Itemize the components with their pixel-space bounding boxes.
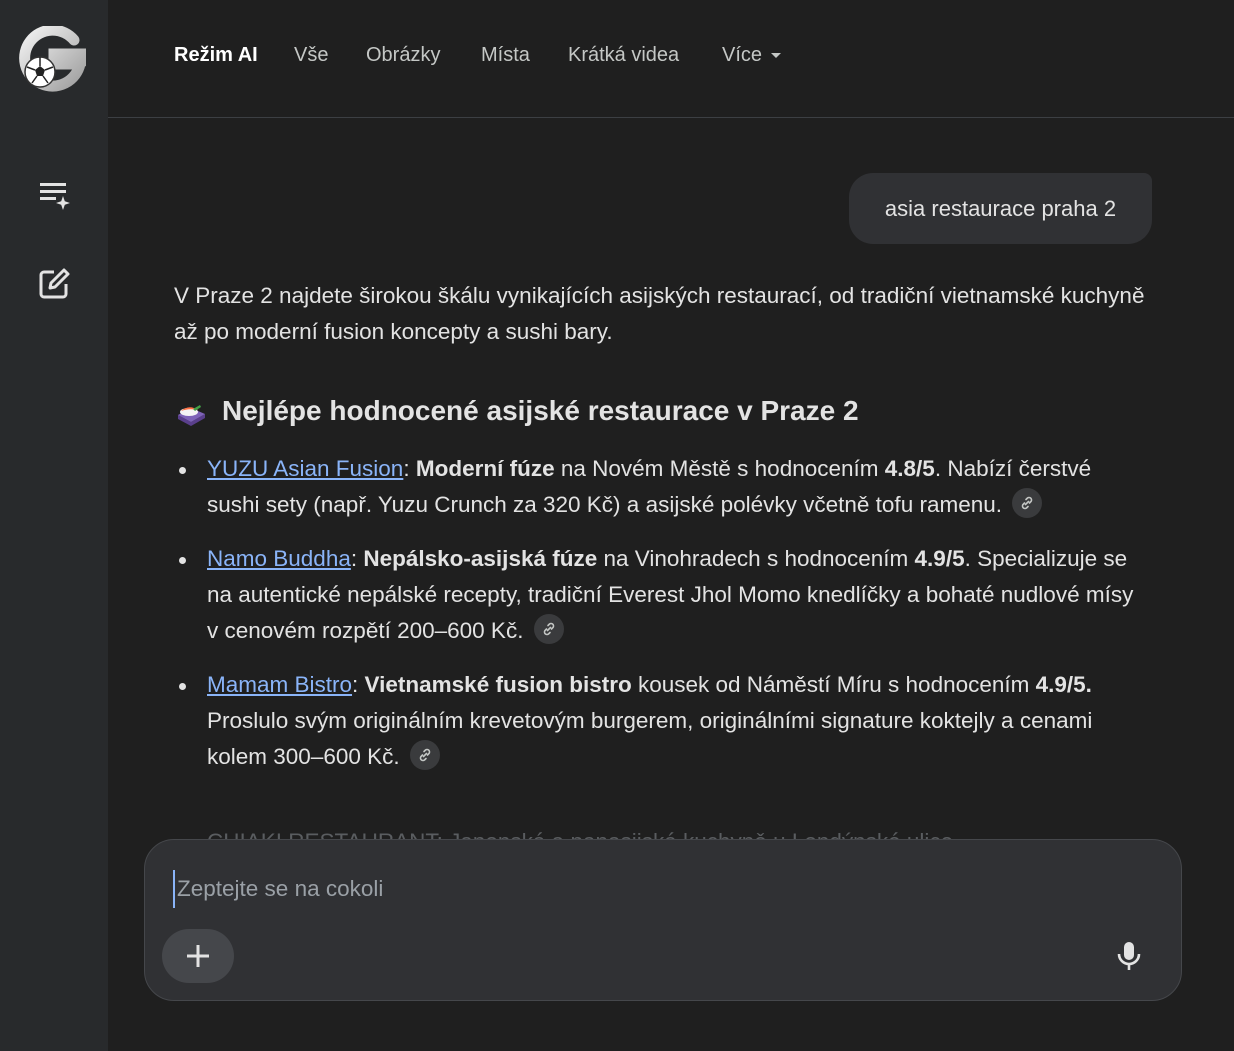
restaurant-link[interactable]: Mamam Bistro — [207, 672, 352, 697]
item-text: na Novém Městě s hodnocením — [554, 456, 885, 481]
item-text: kousek od Náměstí Míru s hodnocením — [631, 672, 1036, 697]
item-text: Proslulo svým originálním krevetovým bur… — [207, 708, 1093, 769]
source-link-icon[interactable] — [409, 740, 440, 771]
item-text: na Vinohradech s hodnocením — [597, 546, 915, 571]
logo-icon[interactable] — [18, 24, 88, 94]
top-nav: Režim AI Vše Obrázky Místa Krátká videa … — [108, 0, 1234, 118]
restaurant-list: YUZU Asian Fusion: Moderní fúze na Novém… — [174, 451, 1149, 775]
answer-intro: V Praze 2 najdete širokou škálu vynikají… — [174, 283, 1145, 344]
separator: : — [350, 546, 364, 571]
tab-short-videos[interactable]: Krátká videa — [568, 44, 679, 67]
list-item: Mamam Bistro: Vietnamské fusion bistro k… — [174, 667, 1149, 775]
tab-more[interactable]: Více — [722, 44, 782, 67]
history-sparkle-icon[interactable] — [32, 172, 76, 216]
answer-heading: Nejlépe hodnocené asijské restaurace v P… — [174, 393, 1149, 429]
caret-down-icon — [771, 52, 782, 58]
mic-button[interactable] — [1109, 936, 1149, 976]
sidebar — [0, 0, 108, 1051]
composer — [144, 839, 1182, 1001]
tab-more-label: Více — [722, 44, 763, 66]
source-link-icon[interactable] — [533, 614, 564, 645]
tab-all[interactable]: Vše — [294, 44, 328, 67]
user-query-text: asia restaurace praha 2 — [884, 195, 1117, 221]
sushi-emoji-icon — [178, 405, 205, 426]
microphone-icon — [1117, 942, 1141, 970]
ai-answer: V Praze 2 najdete širokou škálu vynikají… — [174, 278, 1149, 793]
plus-icon — [187, 945, 209, 967]
restaurant-link[interactable]: YUZU Asian Fusion — [207, 456, 403, 481]
user-query-bubble: asia restaurace praha 2 — [849, 173, 1152, 244]
tab-images[interactable]: Obrázky — [366, 44, 440, 67]
restaurant-link[interactable]: Namo Buddha — [207, 546, 351, 571]
source-link-icon[interactable] — [1012, 488, 1043, 519]
rating: 4.8/5 — [884, 456, 935, 481]
answer-heading-text: Nejlépe hodnocené asijské restaurace v P… — [222, 395, 859, 426]
rating: 4.9/5. — [1035, 672, 1092, 697]
ask-input[interactable] — [173, 870, 1079, 908]
cuisine-type: Moderní fúze — [415, 456, 555, 481]
faded-next-item: CHIAKI RESTAURANT: Japonská a panasijská… — [207, 824, 1107, 840]
separator: : — [352, 672, 365, 697]
separator: : — [403, 456, 416, 481]
cuisine-type: Nepálsko-asijská fúze — [363, 546, 598, 571]
list-item: YUZU Asian Fusion: Moderní fúze na Novém… — [174, 451, 1149, 523]
add-button[interactable] — [162, 929, 234, 983]
list-item: Namo Buddha: Nepálsko-asijská fúze na Vi… — [174, 541, 1149, 649]
cuisine-type: Vietnamské fusion bistro — [364, 672, 632, 697]
tab-ai-mode[interactable]: Režim AI — [174, 44, 258, 67]
new-chat-icon[interactable] — [32, 262, 76, 306]
rating: 4.9/5 — [914, 546, 965, 571]
tab-places[interactable]: Místa — [481, 44, 530, 67]
